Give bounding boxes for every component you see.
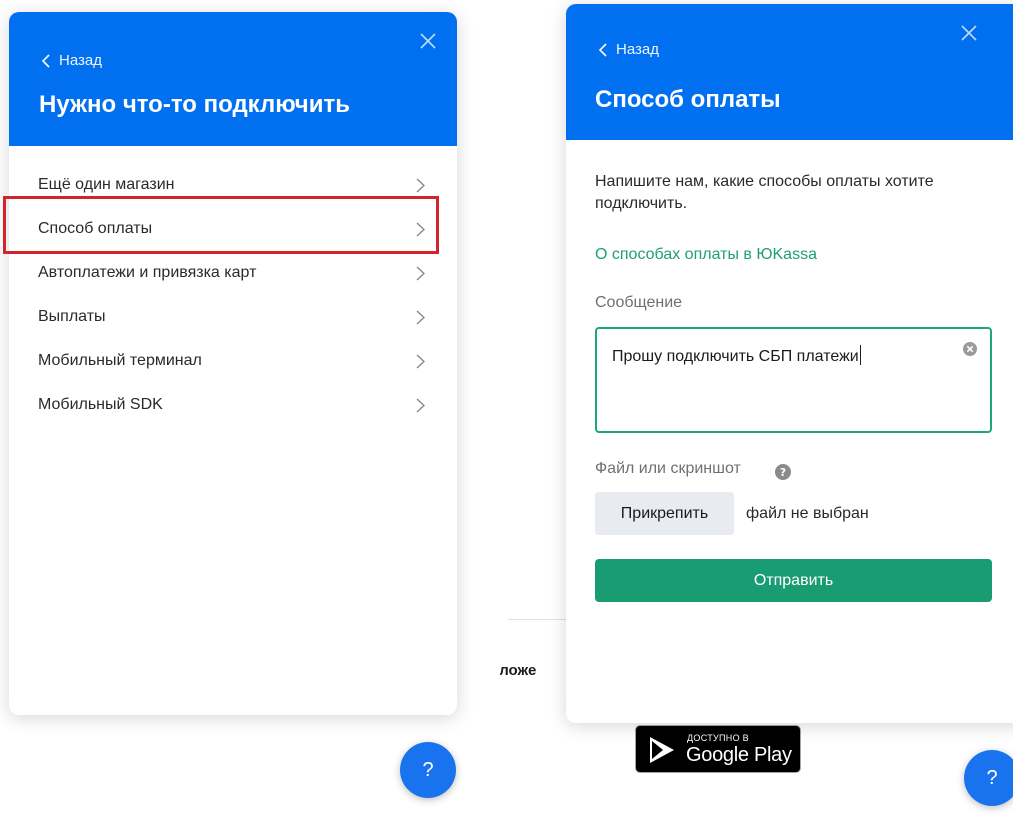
- panel-title: Способ оплаты: [595, 86, 781, 113]
- help-circle-icon[interactable]: ?: [775, 464, 791, 480]
- help-label: ?: [422, 758, 434, 781]
- google-play-badge[interactable]: ДОСТУПНО В Google Play: [635, 725, 801, 773]
- svg-text:?: ?: [780, 466, 786, 479]
- payment-method-panel: Назад Способ оплаты Напишите нам, какие …: [566, 4, 1013, 723]
- message-value: Прошу подключить СБП платежи: [612, 345, 861, 366]
- file-status-text: файл не выбран: [746, 505, 869, 522]
- google-play-icon: [650, 737, 674, 763]
- help-button-right[interactable]: ?: [964, 750, 1013, 806]
- menu-item-label: Мобильный SDK: [38, 396, 163, 413]
- chevron-right-icon: [416, 178, 425, 193]
- panel-title: Нужно что-то подключить: [39, 91, 351, 118]
- menu-item-label: Автоплатежи и привязка карт: [38, 264, 257, 281]
- help-button-left[interactable]: ?: [400, 742, 456, 798]
- google-play-caption: ДОСТУПНО В: [687, 733, 749, 743]
- form-intro-text: Напишите нам, какие способы оплаты хотит…: [595, 173, 934, 212]
- chevron-right-icon: [416, 266, 425, 281]
- menu-item-autopayments[interactable]: Автоплатежи и привязка карт: [9, 251, 457, 295]
- back-link[interactable]: Назад: [598, 41, 659, 58]
- close-icon[interactable]: [960, 24, 978, 42]
- back-link-label: Назад: [616, 41, 659, 58]
- payment-methods-link[interactable]: О способах оплаты в ЮKassa: [595, 246, 817, 264]
- background-apps-heading: иложе: [500, 662, 537, 679]
- help-label: ?: [986, 766, 998, 789]
- message-textarea[interactable]: Прошу подключить СБП платежи: [595, 327, 992, 433]
- chevron-right-icon: [416, 398, 425, 413]
- background-divider: [508, 619, 568, 620]
- menu-item-mobile-terminal[interactable]: Мобильный терминал: [9, 339, 457, 383]
- menu-item-label: Ещё один магазин: [38, 176, 175, 193]
- menu-item-label: Мобильный терминал: [38, 352, 202, 369]
- connect-panel: Назад Нужно что-то подключить Ещё один м…: [9, 12, 457, 715]
- chevron-left-icon: [598, 42, 607, 57]
- menu-item-payouts[interactable]: Выплаты: [9, 295, 457, 339]
- chevron-right-icon: [416, 310, 425, 325]
- file-label: Файл или скриншот: [595, 460, 741, 477]
- message-label: Сообщение: [595, 294, 683, 311]
- close-icon[interactable]: [419, 32, 437, 50]
- submit-button[interactable]: Отправить: [595, 559, 992, 602]
- back-link[interactable]: Назад: [41, 52, 102, 69]
- google-play-label: Google Play: [686, 744, 792, 766]
- chevron-left-icon: [41, 53, 50, 68]
- connect-panel-header: Назад Нужно что-то подключить: [9, 12, 457, 146]
- payment-panel-header: Назад Способ оплаты: [566, 4, 1013, 140]
- menu-item-label: Выплаты: [38, 308, 106, 325]
- attach-file-button[interactable]: Прикрепить: [595, 492, 734, 535]
- clear-icon[interactable]: [962, 341, 978, 357]
- text-caret: [859, 345, 861, 365]
- chevron-right-icon: [416, 354, 425, 369]
- highlight-annotation: [3, 196, 439, 254]
- back-link-label: Назад: [59, 52, 102, 69]
- menu-item-mobile-sdk[interactable]: Мобильный SDK: [9, 383, 457, 427]
